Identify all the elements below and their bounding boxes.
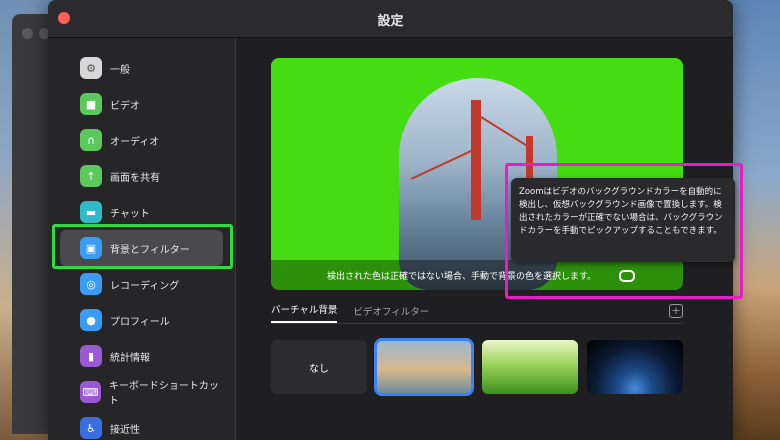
sidebar-item-recording[interactable]: ◎ レコーディング bbox=[60, 266, 223, 302]
tab-video-filter[interactable]: ビデオフィルター bbox=[353, 304, 429, 323]
highlight-box-magenta bbox=[505, 163, 743, 299]
headphones-icon: ∩ bbox=[80, 129, 102, 151]
sidebar-item-label: 一般 bbox=[110, 64, 130, 76]
add-background-button[interactable]: + bbox=[669, 304, 683, 318]
thumbnail-none[interactable]: なし bbox=[271, 340, 367, 394]
sidebar-item-label: 画面を共有 bbox=[110, 172, 160, 184]
window-dot bbox=[22, 28, 33, 39]
sidebar-item-label: 接近性 bbox=[110, 424, 140, 436]
sidebar-item-label: チャット bbox=[110, 208, 150, 220]
accessibility-icon: ♿ bbox=[80, 417, 102, 439]
camera-icon: ■ bbox=[80, 93, 102, 115]
sidebar-item-label: プロフィール bbox=[110, 316, 170, 328]
background-thumbnails: なし bbox=[271, 338, 683, 396]
share-screen-icon: ↑ bbox=[80, 165, 102, 187]
sidebar-item-label: 統計情報 bbox=[110, 352, 150, 364]
sidebar-item-accessibility[interactable]: ♿ 接近性 bbox=[60, 410, 223, 440]
sidebar-item-share-screen[interactable]: ↑ 画面を共有 bbox=[60, 158, 223, 194]
thumbnail-none-label: なし bbox=[309, 363, 329, 375]
sidebar-item-label: レコーディング bbox=[110, 280, 180, 292]
record-icon: ◎ bbox=[80, 273, 102, 295]
sidebar-item-general[interactable]: ⚙ 一般 bbox=[60, 50, 223, 86]
bridge-tower bbox=[471, 100, 481, 220]
title-bar: 設定 bbox=[48, 0, 733, 38]
highlight-box-green bbox=[52, 224, 233, 269]
window-title: 設定 bbox=[377, 14, 404, 29]
thumbnail-earth-space[interactable] bbox=[586, 340, 683, 394]
background-tabs: バーチャル背景 ビデオフィルター + bbox=[271, 302, 683, 324]
chat-icon: ▬ bbox=[80, 201, 102, 223]
sidebar: ⚙ 一般 ■ ビデオ ∩ オーディオ ↑ 画面を共有 ▬ チャット ▣ 背景とフ… bbox=[48, 38, 236, 440]
profile-icon: ● bbox=[80, 309, 102, 331]
sidebar-item-statistics[interactable]: ▮ 統計情報 bbox=[60, 338, 223, 374]
sidebar-item-profile[interactable]: ● プロフィール bbox=[60, 302, 223, 338]
gear-icon: ⚙ bbox=[80, 57, 102, 79]
sidebar-item-label: ビデオ bbox=[110, 100, 140, 112]
sidebar-item-audio[interactable]: ∩ オーディオ bbox=[60, 122, 223, 158]
sidebar-item-label: オーディオ bbox=[110, 136, 160, 148]
stats-icon: ▮ bbox=[80, 345, 102, 367]
thumbnail-grass[interactable] bbox=[481, 340, 578, 394]
sidebar-item-video[interactable]: ■ ビデオ bbox=[60, 86, 223, 122]
sidebar-item-keyboard-shortcuts[interactable]: ⌨ キーボードショートカット bbox=[60, 374, 223, 410]
thumbnail-golden-gate[interactable] bbox=[374, 338, 475, 396]
sidebar-item-label: キーボードショートカット bbox=[108, 381, 219, 407]
tab-virtual-background[interactable]: バーチャル背景 bbox=[271, 302, 338, 323]
keyboard-icon: ⌨ bbox=[80, 381, 101, 403]
